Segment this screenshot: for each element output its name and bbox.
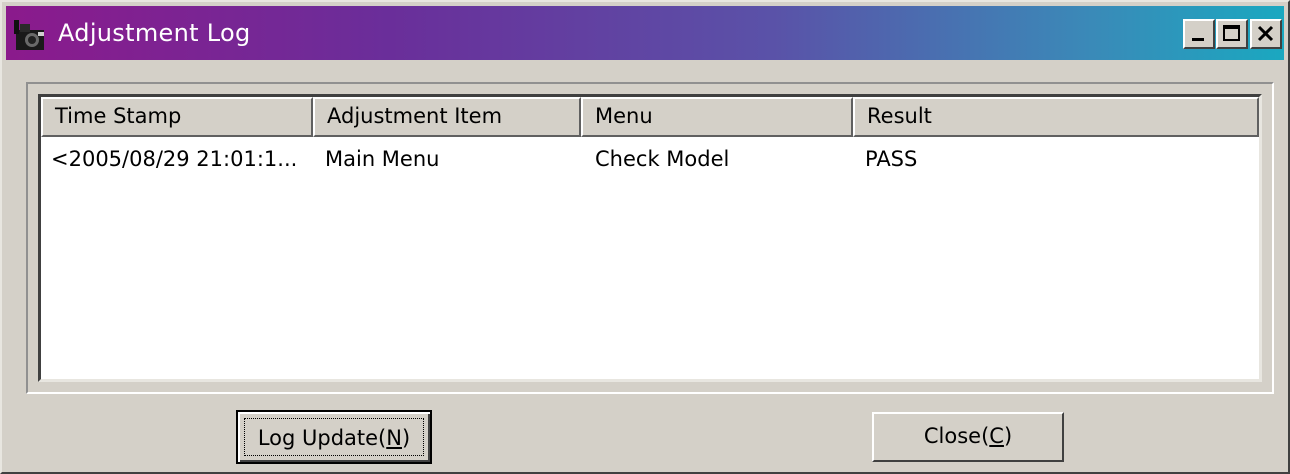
log-update-label: Log Update(: [257, 426, 387, 450]
close-label: Close(: [923, 424, 990, 448]
camera-icon: [14, 20, 44, 50]
log-update-button[interactable]: Log Update(N): [236, 410, 432, 464]
list-header: Time Stamp Adjustment Item Menu Result: [41, 97, 1259, 137]
close-mnemonic: C: [989, 424, 1004, 448]
log-update-mnemonic: N: [386, 426, 402, 450]
close-button[interactable]: Close(C): [872, 412, 1064, 462]
minimize-button[interactable]: [1183, 19, 1215, 49]
window-title: Adjustment Log: [58, 19, 251, 47]
cell-time-stamp: <2005/08/29 21:01:1...: [51, 147, 298, 171]
focus-rect: Log Update(N): [244, 418, 424, 456]
close-paren: ): [1003, 424, 1013, 448]
adjustment-log-window: Adjustment Log Time Stamp Adjustment Ite…: [0, 0, 1290, 474]
column-header-time-stamp[interactable]: Time Stamp: [41, 97, 313, 137]
column-header-adjustment-item[interactable]: Adjustment Item: [313, 97, 581, 137]
table-row[interactable]: <2005/08/29 21:01:1... Main Menu Check M…: [41, 141, 1259, 177]
log-list[interactable]: Time Stamp Adjustment Item Menu Result <…: [38, 94, 1262, 382]
log-group-frame: Time Stamp Adjustment Item Menu Result <…: [26, 82, 1274, 394]
maximize-icon: [1223, 25, 1240, 41]
title-bar[interactable]: Adjustment Log: [6, 6, 1284, 60]
column-header-menu[interactable]: Menu: [581, 97, 853, 137]
column-header-result[interactable]: Result: [853, 97, 1259, 137]
cell-result: PASS: [865, 147, 918, 171]
cell-menu: Check Model: [595, 147, 730, 171]
maximize-button[interactable]: [1216, 19, 1248, 49]
minimize-icon: [1192, 38, 1204, 41]
log-update-paren: ): [401, 426, 411, 450]
close-window-button[interactable]: [1250, 19, 1282, 49]
cell-adjustment-item: Main Menu: [325, 147, 440, 171]
close-icon: [1257, 25, 1274, 42]
